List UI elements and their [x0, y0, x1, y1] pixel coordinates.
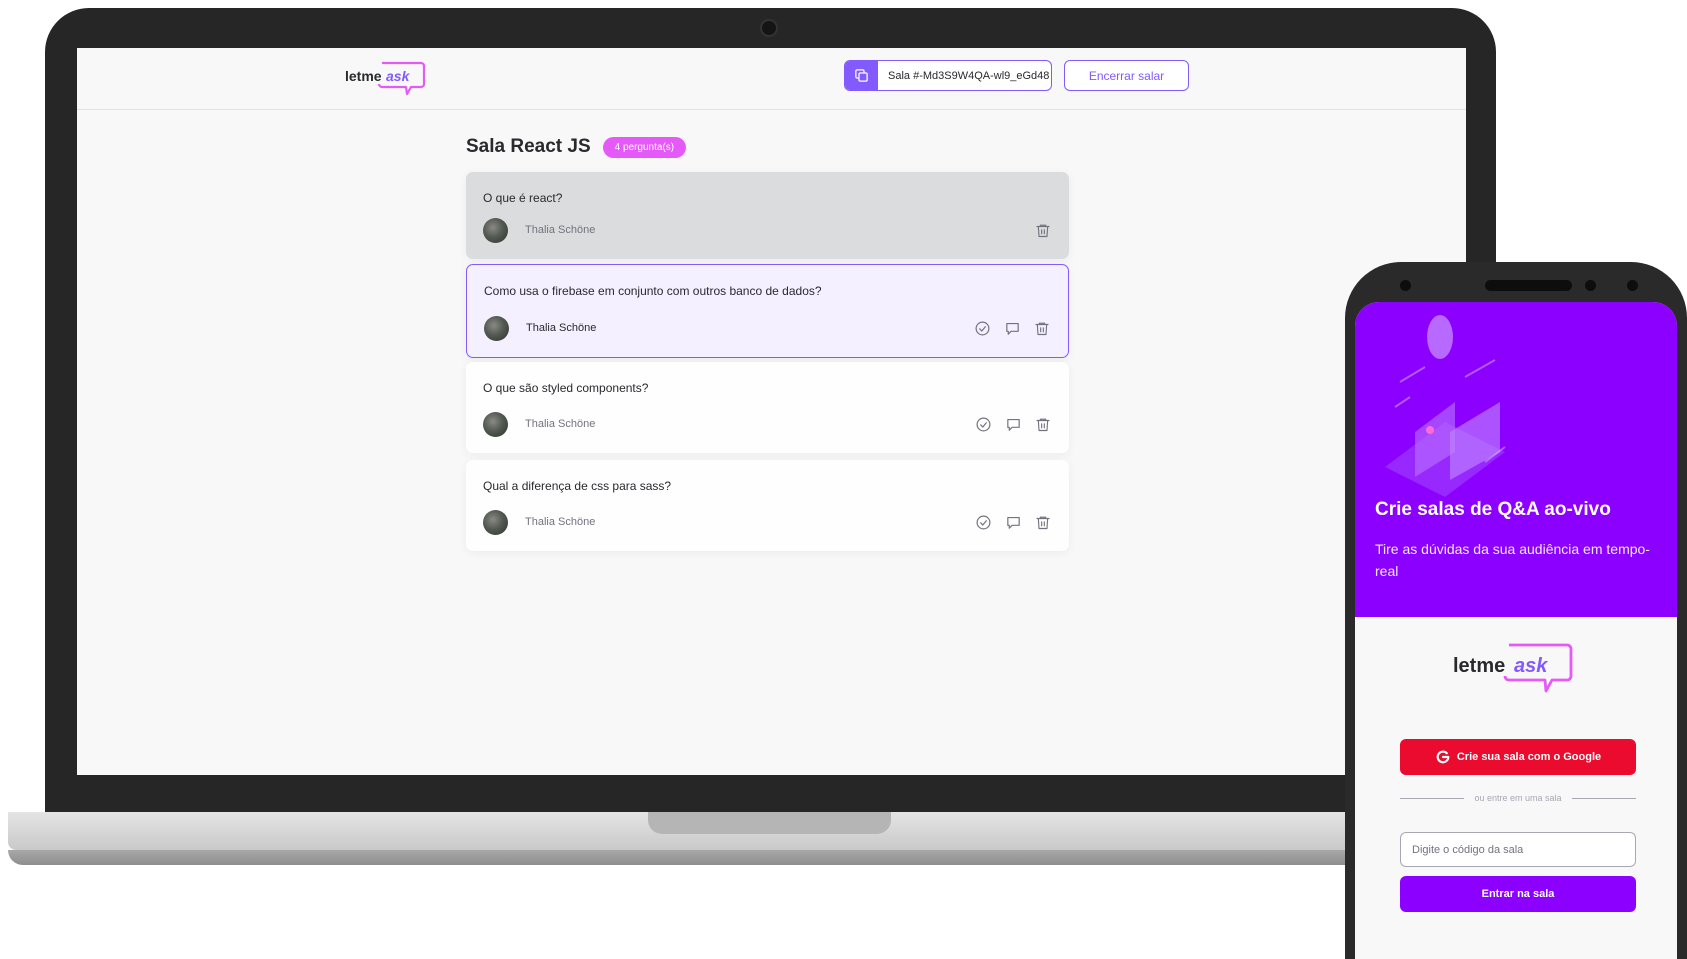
logo-text-accent: ask	[1514, 655, 1548, 677]
avatar	[483, 509, 508, 535]
copy-icon-box	[845, 61, 878, 90]
phone-speaker	[1485, 280, 1572, 291]
question-card: Qual a diferença de css para sass? Thali…	[466, 460, 1069, 551]
question-card: O que é react? Thalia Schöne	[466, 172, 1069, 259]
trash-icon	[1036, 516, 1050, 529]
letmeask-logo: letme ask	[1453, 643, 1573, 693]
delete-question-button[interactable]	[1034, 415, 1052, 433]
laptop-hinge	[648, 812, 891, 834]
hero-panel: Crie salas de Q&A ao-vivo Tire as dúvida…	[1355, 302, 1677, 617]
author-name: Thalia Schöne	[525, 516, 596, 528]
logo-text-main: letme	[1453, 655, 1505, 677]
hero-title: Crie salas de Q&A ao-vivo	[1375, 499, 1611, 520]
question-footer: Thalia Schöne	[483, 217, 1052, 243]
logo-text-accent: ask	[386, 68, 411, 84]
avatar	[483, 217, 508, 243]
room-title-row: Sala React JS 4 pergunta(s)	[466, 136, 687, 158]
trash-icon	[1036, 224, 1050, 237]
question-footer: Thalia Schöne	[483, 411, 1052, 437]
question-text: O que é react?	[483, 191, 563, 205]
page-title: Sala React JS	[466, 136, 591, 157]
question-actions	[1034, 221, 1052, 239]
hero-illustration	[1385, 315, 1506, 497]
avatar	[483, 411, 508, 437]
hero-subtitle: Tire as dúvidas da sua audiência em temp…	[1375, 541, 1650, 579]
trash-icon	[1036, 418, 1050, 431]
mark-answered-button[interactable]	[973, 319, 991, 337]
mark-answered-button[interactable]	[974, 415, 992, 433]
room-code-input[interactable]	[1400, 832, 1636, 867]
question-count-badge: 4 pergunta(s)	[602, 136, 687, 158]
avatar	[484, 315, 509, 341]
delete-question-button[interactable]	[1034, 221, 1052, 239]
room-code-text: Sala #-Md3S9W4QA-wl9_eGd48	[888, 69, 1050, 82]
highlight-question-button[interactable]	[1004, 513, 1022, 531]
delete-question-button[interactable]	[1033, 319, 1051, 337]
google-icon	[1436, 750, 1450, 764]
question-text: Como usa o firebase em conjunto com outr…	[484, 284, 822, 298]
mobile-screen: Crie salas de Q&A ao-vivo Tire as dúvida…	[1355, 302, 1677, 959]
create-room-google-button[interactable]: Crie sua sala com o Google	[1400, 739, 1636, 775]
phone-sensor	[1627, 280, 1638, 291]
phone-camera	[1400, 280, 1411, 291]
question-text: O que são styled components?	[483, 381, 649, 395]
author-name: Thalia Schöne	[526, 322, 597, 334]
author-name: Thalia Schöne	[525, 224, 596, 236]
end-room-button[interactable]: Encerrar salar	[1064, 60, 1189, 91]
question-text: Qual a diferença de css para sass?	[483, 479, 672, 493]
delete-question-button[interactable]	[1034, 513, 1052, 531]
enter-room-button[interactable]: Entrar na sala	[1400, 876, 1636, 912]
question-footer: Thalia Schöne	[483, 509, 1052, 535]
check-circle-icon	[976, 417, 990, 431]
question-actions	[974, 415, 1052, 433]
laptop-base-edge	[8, 850, 1534, 865]
app-header: letme ask Sala #-Md3S9W4QA-wl9_eGd48 Enc…	[77, 48, 1466, 110]
letmeask-logo[interactable]: letme ask	[345, 59, 425, 97]
check-circle-icon	[975, 321, 989, 335]
desktop-screen: letme ask Sala #-Md3S9W4QA-wl9_eGd48 Enc…	[77, 48, 1466, 775]
highlight-question-button[interactable]	[1003, 319, 1021, 337]
copy-icon	[855, 69, 868, 82]
phone-sensor	[1585, 280, 1596, 291]
highlight-question-button[interactable]	[1004, 415, 1022, 433]
separator-label: ou entre em uma sala	[1474, 793, 1562, 803]
chat-bubble-icon	[1005, 322, 1019, 335]
create-room-google-label: Crie sua sala com o Google	[1456, 751, 1602, 763]
chat-bubble-icon	[1006, 516, 1020, 529]
laptop-camera	[760, 19, 778, 37]
question-card: O que são styled components? Thalia Schö…	[466, 362, 1069, 453]
logo-text-main: letme	[345, 68, 382, 84]
check-circle-icon	[976, 515, 990, 529]
mark-answered-button[interactable]	[974, 513, 992, 531]
trash-icon	[1035, 322, 1049, 335]
chat-bubble-icon	[1006, 418, 1020, 431]
separator: ou entre em uma sala	[1400, 793, 1636, 803]
copy-room-code-button[interactable]: Sala #-Md3S9W4QA-wl9_eGd48	[844, 60, 1052, 91]
question-footer: Thalia Schöne	[484, 315, 1051, 341]
question-actions	[973, 319, 1051, 337]
question-card: Como usa o firebase em conjunto com outr…	[466, 264, 1069, 358]
question-actions	[974, 513, 1052, 531]
phone-frame: Crie salas de Q&A ao-vivo Tire as dúvida…	[1345, 262, 1687, 959]
author-name: Thalia Schöne	[525, 418, 596, 430]
